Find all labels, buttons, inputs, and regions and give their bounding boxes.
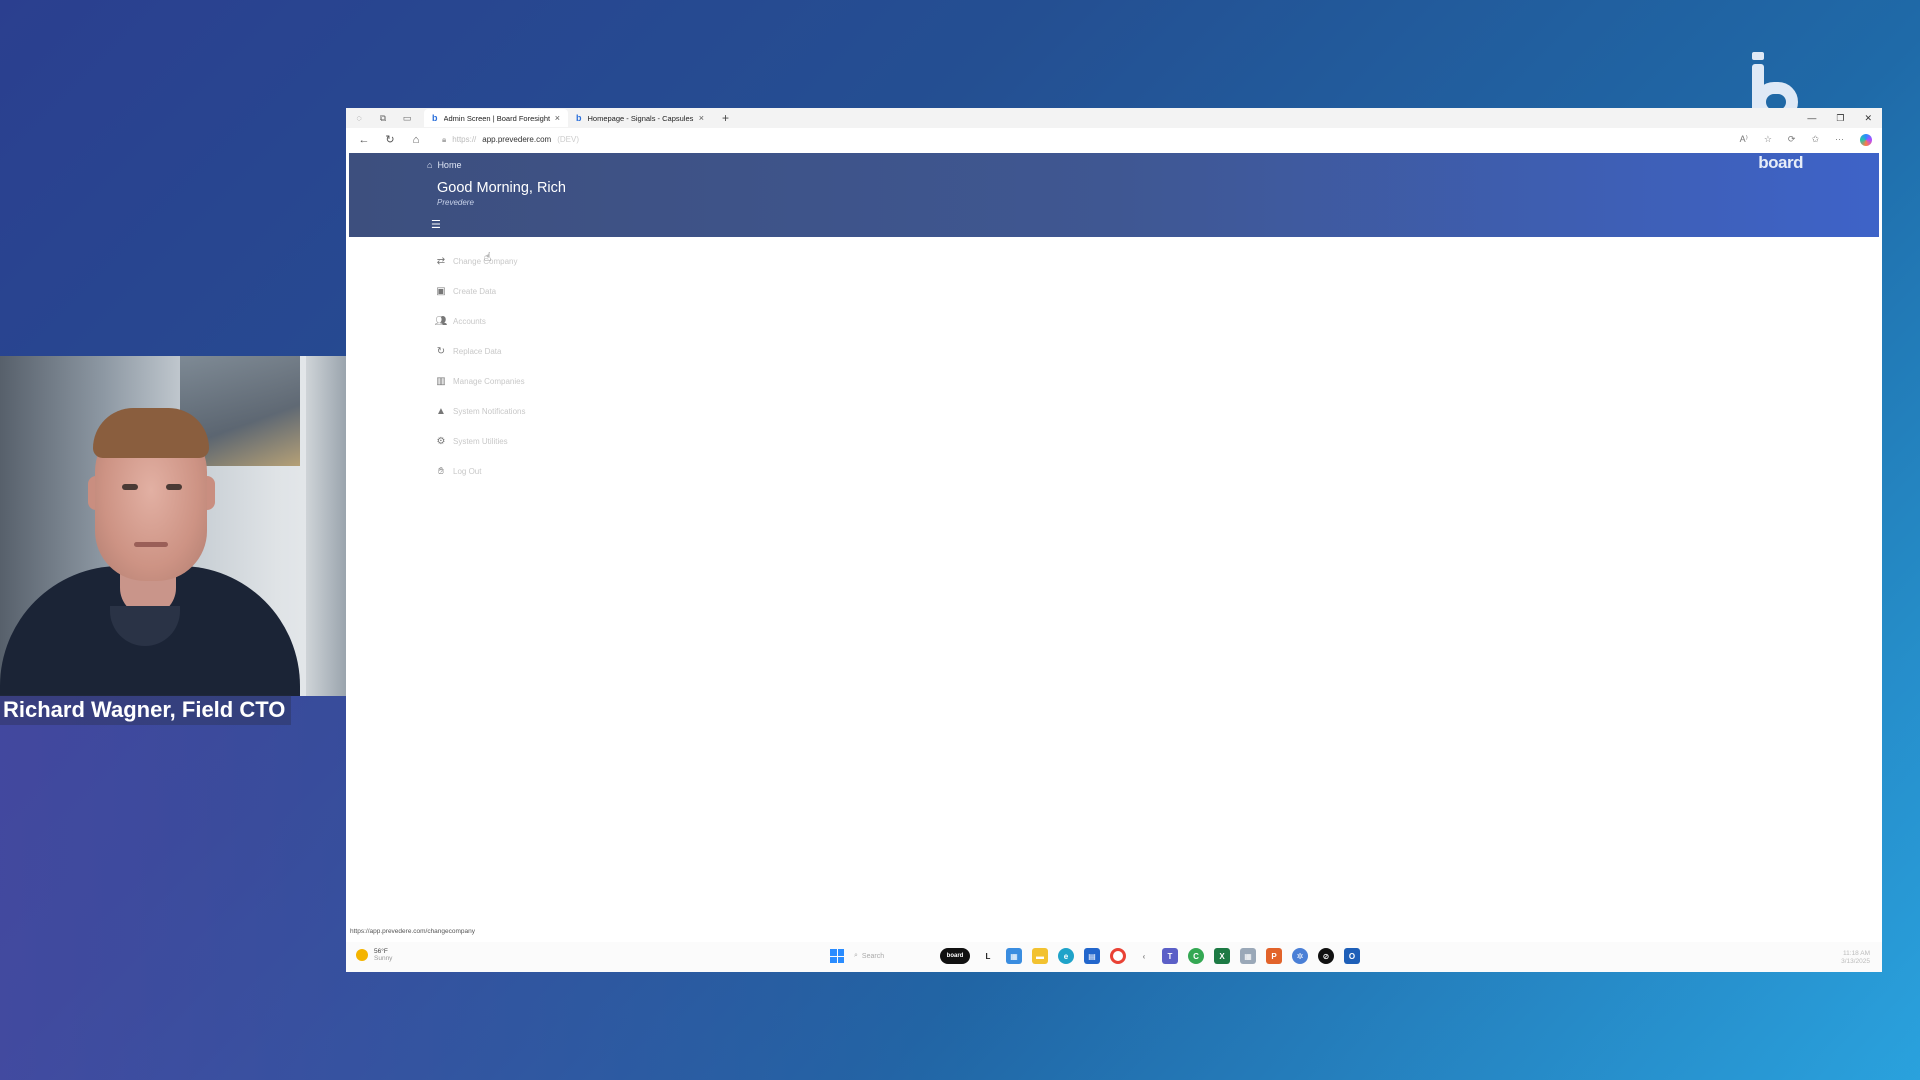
url-host: app.prevedere.com [482,135,552,144]
menu-item-label: Log Out [453,466,482,476]
window-controls: — ❐ ✕ [1807,113,1882,124]
presenter-name-label: Richard Wagner, Field CTO [0,695,292,725]
building-icon: ▥ [436,375,446,387]
taskbar: 56°F Sunny ⌕ Search board L ▦ ▬ e ▤ ‹ T … [346,942,1882,972]
menu-item-replace-data[interactable]: ↻ Replace Data [434,336,525,366]
address-input[interactable]: 🔒︎ https:// app.prevedere.com (DEV) [442,135,579,145]
menu-item-label: System Notifications [453,406,526,416]
menu-item-create-data[interactable]: ▣ Create Data [434,276,525,306]
sun-icon [356,949,368,962]
favorites-icon[interactable]: ✩ [1811,134,1819,146]
search-icon: ⌕ [854,952,858,959]
menu-item-label: Create Data [453,286,497,296]
workspaces-icon[interactable]: ⧉ [376,111,390,125]
edge-browser-icon[interactable]: e [1058,948,1074,964]
weather-desc: Sunny [374,955,393,963]
tab-homepage-signals[interactable]: b Homepage - Signals - Capsules | × [568,109,712,127]
status-url: https://app.prevedere.com/changecompany [350,928,476,935]
clock-time: 11:18 AM [1843,950,1870,957]
lock-icon: 🔒︎ [442,134,447,144]
tab-title: Homepage - Signals - Capsules | [587,113,695,123]
menu-item-label: System Utilities [453,436,508,446]
new-tab-icon[interactable]: + [722,111,729,125]
overflow-chevron-icon[interactable]: ‹ [1136,948,1152,964]
store-app-icon[interactable]: ▤ [1084,948,1100,964]
profile-icon[interactable]: ◌ [352,111,366,125]
weather-widget[interactable]: 56°F Sunny [356,948,392,962]
menu-item-label: Replace Data [453,346,502,356]
tab-admin-screen[interactable]: b Admin Screen | Board Foresight × [424,109,568,127]
tab-title: Admin Screen | Board Foresight [443,113,551,123]
users-icon: 👥︎ [434,315,448,327]
circle-app-icon[interactable]: ⊘ [1318,948,1334,964]
excel-icon[interactable]: X [1214,948,1230,964]
browser-toolbar: A⁾ ☆ ⟳ ✩ ··· [1740,133,1882,146]
menu-item-change-company[interactable]: ⇄ Change Company [434,246,525,276]
green-app-icon[interactable]: C [1188,948,1204,964]
gear-icon: ⚙ [436,435,446,447]
taskbar-search[interactable]: ⌕ Search [854,952,930,960]
minimize-icon[interactable]: — [1807,113,1816,124]
browser-window: ◌ ⧉ ▭ b Admin Screen | Board Foresight ×… [346,108,1882,972]
weather-temp: 56°F [374,948,388,955]
copilot-icon[interactable] [1860,133,1872,146]
breadcrumb-home[interactable]: Home [437,160,461,170]
favorite-star-icon[interactable]: ☆ [1764,134,1772,146]
tab-actions-icon[interactable]: ▭ [400,111,414,125]
tab-bar: ◌ ⧉ ▭ b Admin Screen | Board Foresight ×… [346,108,1882,128]
taskbar-apps: ⌕ Search board L ▦ ▬ e ▤ ‹ T C X ▦ P ✲ ⊘… [830,948,1360,964]
swap-icon: ⇄ [436,255,446,267]
search-placeholder: Search [861,952,885,960]
teams-icon[interactable]: T [1162,948,1178,964]
board-favicon-icon: b [576,113,582,123]
menu-item-accounts[interactable]: 👥︎ Accounts [434,306,525,336]
close-tab-icon[interactable]: × [555,113,560,123]
powerpoint-icon[interactable]: P [1266,948,1282,964]
url-protocol: https:// [452,135,477,144]
close-window-icon[interactable]: ✕ [1864,113,1872,124]
admin-menu: ⇄ Change Company ▣ Create Data 👥︎ Accoun… [434,246,526,486]
menu-item-label: Accounts [453,316,486,326]
calculator-icon[interactable]: ▦ [1240,948,1256,964]
app-header: ⌂ Home Good Morning, Rich Prevedere ☰ bo… [349,153,1879,237]
file-explorer-icon[interactable]: ▬ [1032,948,1048,964]
refresh-sync-icon[interactable]: ⟳ [1788,134,1796,146]
menu-item-label: Manage Companies [453,376,525,386]
pointer-cursor-icon: ☝︎ [484,250,492,264]
menu-item-manage-companies[interactable]: ▥ Manage Companies [434,366,525,396]
restore-icon[interactable]: ❐ [1836,113,1844,124]
close-tab-icon[interactable]: × [699,113,704,123]
menu-item-system-utilities[interactable]: ⚙ System Utilities [434,426,525,456]
address-bar-row: ← ↻ ⌂ 🔒︎ https:// app.prevedere.com (DEV… [346,128,1882,151]
menu-item-system-notifications[interactable]: ▲ System Notifications [434,396,525,426]
url-env: (DEV) [557,135,579,144]
back-icon[interactable]: ← [354,134,374,146]
spreadsheet-app-icon[interactable]: ▦ [1006,948,1022,964]
taskbar-clock[interactable]: 11:18 AM 3/13/2025 [1841,950,1870,966]
l-app-icon[interactable]: L [980,948,996,964]
clock-date: 3/13/2025 [1841,957,1870,965]
outlook-icon[interactable]: O [1344,948,1360,964]
settings-app-icon[interactable]: ✲ [1292,948,1308,964]
hand-icon: ✋︎ [438,465,444,477]
breadcrumb[interactable]: ⌂ Home [427,160,461,170]
windows-start-icon[interactable] [830,949,844,963]
reload-icon[interactable]: ↻ [380,133,400,146]
board-logo: board [1758,153,1803,172]
board-app-icon[interactable]: board [940,948,970,964]
board-favicon-icon: b [432,113,438,123]
chrome-icon[interactable] [1110,948,1126,964]
read-aloud-icon[interactable]: A⁾ [1740,134,1748,146]
hamburger-menu-icon[interactable]: ☰ [431,220,441,231]
presenter-webcam [0,356,346,696]
calendar-plus-icon: ▣ [436,285,446,297]
home-icon[interactable]: ⌂ [406,134,426,146]
more-menu-icon[interactable]: ··· [1835,134,1844,146]
warning-icon: ▲ [436,405,446,417]
refresh-icon: ↻ [436,345,446,357]
company-name: Prevedere [437,198,474,207]
home-icon: ⌂ [427,160,433,170]
page-title: Good Morning, Rich [437,180,566,196]
menu-item-log-out[interactable]: ✋︎ Log Out [434,456,525,486]
